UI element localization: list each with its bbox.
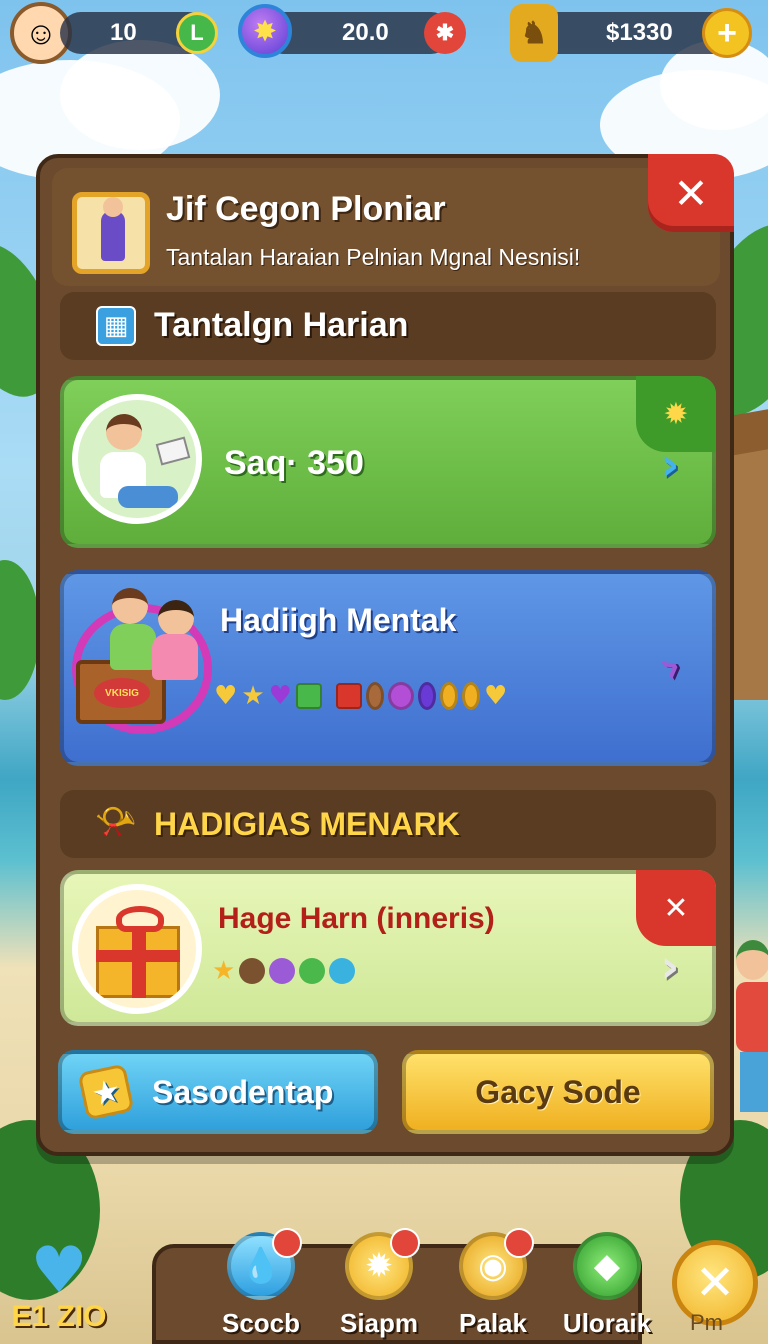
star-icon: ★ [241,681,265,711]
notification-badge [272,1228,302,1258]
reward-title: Hadiigh Mentak [220,602,457,638]
secondary-action-label: Gacy Sode [475,1073,641,1110]
energy-boost-icon[interactable]: ✱ [424,12,466,54]
coin-icon [439,682,458,710]
challenge-text: Saq· 350 [224,444,364,482]
heart-icon: ♥ [268,681,292,711]
primary-action-button[interactable]: ★ Sasodentap [58,1050,378,1134]
trophy-icon[interactable]: ♞ [510,4,558,62]
section-rewards: 📯 HADIGIAS MENARK [60,790,716,858]
coin-icon [365,682,384,710]
nav-item-uloraik[interactable]: ◆ Uloraik [552,1232,662,1344]
panel-header: Jif Cegon Ploniar Tantalan Haraian Pelni… [52,168,720,286]
cube-icon [295,683,322,709]
chevron-right-icon[interactable]: › [648,939,692,993]
challenge-card[interactable]: Saq· 350 ✹ › [60,376,716,548]
lives-label: E1 ZIO [11,1300,107,1333]
reward-card[interactable]: VKISIG Hadiigh Mentak ♥ ★ ♥ ♥ › [60,570,716,766]
section-title-rewards: HADIGIAS MENARK [154,806,460,842]
nav-label: Scocb [221,1308,301,1338]
coin-icon [461,682,480,710]
gift-card[interactable]: Hage Harn (inneris) ★ ✕ › [60,870,716,1026]
section-daily-challenge: ▦ Tantalgn Harian [60,292,716,360]
close-panel-button[interactable]: ✕ [648,154,734,232]
gift-title: Hage Harn (inneris) [218,902,495,935]
gift-items-row: ★ [212,956,356,986]
primary-action-label: Sasodentap [152,1073,334,1110]
close-icon: ✕ [663,890,689,926]
nav-label: Uloraik [562,1308,652,1338]
chevron-right-icon[interactable]: › [648,437,692,491]
daily-challenge-panel: Jif Cegon Ploniar Tantalan Haraian Pelni… [36,154,734,1156]
cube-icon [335,683,362,709]
notification-badge [390,1228,420,1258]
coin-icon [417,682,436,710]
villager-npc [734,940,768,1120]
heart-lives-icon[interactable]: ♥ [22,1234,96,1308]
coin-stack-icon [387,682,414,710]
heart-icon: ♥ [214,681,238,711]
notification-badge [504,1228,534,1258]
crystal-icon: ◆ [573,1232,641,1300]
dismiss-gift-button[interactable]: ✕ [636,870,716,946]
cube-icon: ▦ [96,306,136,346]
heart-icon: ♥ [483,681,508,711]
panel-thumbnail-icon [72,192,150,274]
level-badge-icon: L [176,12,218,54]
chevron-right-icon[interactable]: › [640,636,700,696]
level-value: 10 [110,19,137,46]
close-menu-label: Pm [690,1310,723,1335]
horn-icon: 📯 [94,802,138,842]
orb-icon [239,958,266,984]
coins-value: $1330 [606,19,673,46]
section-title-daily: Tantalgn Harian [154,306,409,344]
secondary-action-button[interactable]: Gacy Sode [402,1050,714,1134]
panel-subtitle: Tantalan Haraian Pelnian Mgnal Nesnisi! [166,244,581,270]
energy-value: 20.0 [342,19,389,46]
nav-item-palak[interactable]: ◉ Palak [438,1228,548,1344]
panel-title: Jif Cegon Ploniar [166,190,446,228]
nav-item-scocb[interactable]: 💧 Scocb [206,1228,316,1344]
nav-label: Palak [459,1308,527,1338]
nav-label: Siapm [339,1308,419,1338]
reward-items-row: ♥ ★ ♥ ♥ [214,682,507,710]
close-icon: ✕ [673,168,709,218]
orb-icon [329,958,356,984]
kid-with-card-icon [72,394,202,524]
gift-box-icon [72,884,202,1014]
orb-icon [299,958,326,984]
star-icon: ★ [212,956,236,986]
gem-icon[interactable]: ✸ [238,4,292,58]
add-currency-icon[interactable]: + [702,8,752,58]
nav-item-siapm[interactable]: ✹ Siapm [324,1228,434,1344]
star-icon: ✹ [663,396,689,432]
orb-icon [269,958,296,984]
ticket-icon: ★ [77,1063,135,1121]
